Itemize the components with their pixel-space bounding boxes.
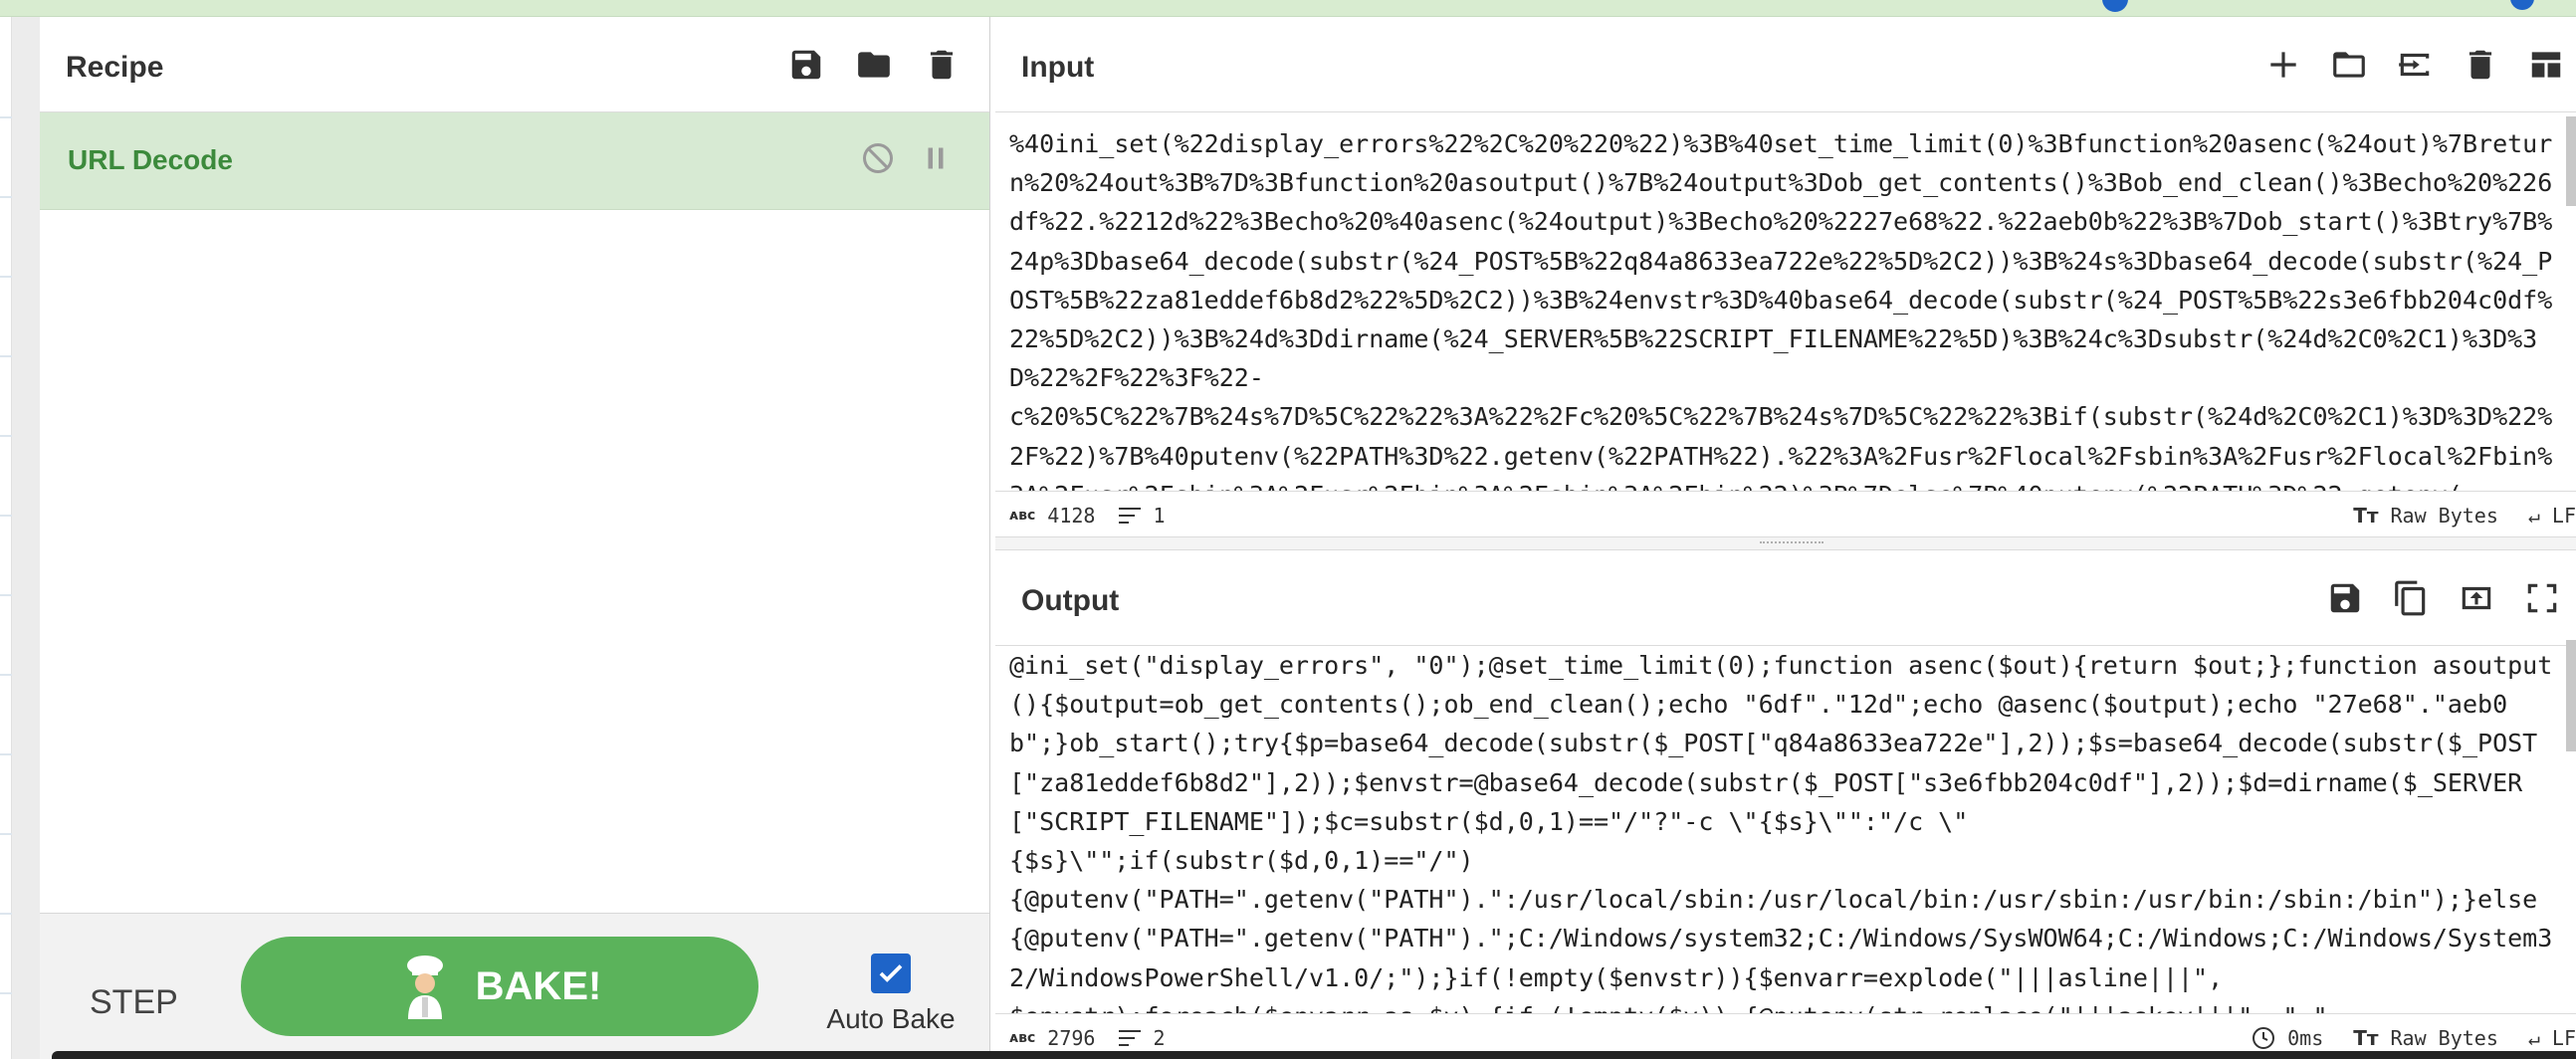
output-scrollbar[interactable]: [2566, 640, 2576, 751]
bake-time-value: 0ms: [2287, 1026, 2324, 1050]
recipe-header: Recipe: [40, 17, 989, 112]
auto-bake-label: Auto Bake: [826, 1003, 956, 1034]
trash-icon[interactable]: [2459, 43, 2502, 87]
output-length: ᴀʙᴄ 2796: [1009, 1026, 1095, 1050]
copy-icon[interactable]: [2389, 576, 2433, 620]
recipe-operation-url-decode[interactable]: URL Decode: [40, 112, 989, 210]
output-encoding-label: Raw Bytes: [2390, 1026, 2498, 1050]
input-length: ᴀʙᴄ 4128: [1009, 504, 1095, 528]
save-icon[interactable]: [784, 43, 828, 87]
output-lines: 2: [1119, 1026, 1166, 1050]
help-icon[interactable]: [2510, 0, 2534, 10]
disable-icon[interactable]: [860, 140, 896, 181]
bake-controls: STEP BAKE! Auto Bake: [40, 913, 989, 1059]
output-title: Output: [1021, 584, 1120, 617]
abc-icon: ᴀʙᴄ: [1009, 1030, 1036, 1046]
folder-icon[interactable]: [2327, 43, 2371, 87]
top-banner-strip: [0, 0, 2576, 17]
output-encoding[interactable]: Tт Raw Bytes: [2353, 1026, 2498, 1050]
input-header: Input: [995, 17, 2576, 112]
lines-icon: [1119, 508, 1142, 524]
output-textarea[interactable]: @ini_set("display_errors", "0");@set_tim…: [1009, 646, 2562, 1014]
bottom-window-edge: [52, 1051, 2576, 1059]
eol-icon: ↵: [2527, 1026, 2540, 1050]
output-eol-label: LF: [2551, 1026, 2576, 1050]
abc-icon: ᴀʙᴄ: [1009, 508, 1036, 524]
operation-name: URL Decode: [68, 144, 233, 175]
panel-resize-gutter[interactable]: [12, 17, 40, 1059]
input-scrollbar[interactable]: [2566, 116, 2576, 206]
bake-label: BAKE!: [475, 963, 602, 1008]
io-panel: Input %40ini_set(%22display_errors%22%2C…: [995, 17, 2576, 1059]
eol-icon: ↵: [2527, 504, 2540, 528]
recipe-panel: Recipe URL Decode STEP BAKE! Auto Bake: [40, 17, 990, 1059]
plus-icon[interactable]: [2261, 43, 2305, 87]
lines-icon: [1119, 1030, 1142, 1046]
input-encoding-label: Raw Bytes: [2390, 504, 2498, 528]
output-char-count: 2796: [1047, 1026, 1096, 1050]
bake-button[interactable]: BAKE!: [241, 937, 758, 1036]
step-button[interactable]: STEP: [90, 983, 178, 1022]
operations-panel-edge: [0, 17, 12, 1059]
auto-bake-toggle[interactable]: Auto Bake: [816, 953, 966, 1035]
text-size-icon: Tт: [2353, 1026, 2379, 1050]
input-line-count: 1: [1153, 504, 1166, 528]
recipe-title: Recipe: [66, 51, 164, 84]
text-size-icon: Tт: [2353, 504, 2379, 528]
settings-icon[interactable]: [2102, 0, 2128, 12]
io-divider[interactable]: [995, 536, 2576, 550]
output-line-count: 2: [1153, 1026, 1166, 1050]
folder-icon[interactable]: [852, 43, 896, 87]
chef-icon: [406, 955, 443, 1019]
bake-time: 0ms: [2252, 1026, 2323, 1050]
output-eol[interactable]: ↵ LF: [2528, 1026, 2576, 1050]
input-char-count: 4128: [1047, 504, 1096, 528]
input-status-bar: ᴀʙᴄ 4128 1 Tт Raw Bytes ↵ LF: [995, 491, 2576, 536]
clock-icon: [2253, 1027, 2275, 1049]
replace-input-icon[interactable]: [2455, 576, 2498, 620]
input-eol[interactable]: ↵ LF: [2528, 504, 2576, 528]
import-icon[interactable]: [2393, 43, 2437, 87]
input-eol-label: LF: [2551, 504, 2576, 528]
pause-icon[interactable]: [918, 140, 954, 181]
input-textarea[interactable]: %40ini_set(%22display_errors%22%2C%20%22…: [1009, 124, 2562, 491]
input-title: Input: [1021, 51, 1095, 84]
save-icon[interactable]: [2323, 576, 2367, 620]
auto-bake-checkbox[interactable]: [871, 953, 911, 993]
trash-icon[interactable]: [920, 43, 964, 87]
input-lines: 1: [1119, 504, 1166, 528]
input-encoding[interactable]: Tт Raw Bytes: [2353, 504, 2498, 528]
output-header: Output: [995, 550, 2576, 646]
layout-icon[interactable]: [2524, 43, 2568, 87]
maximize-icon[interactable]: [2520, 576, 2564, 620]
